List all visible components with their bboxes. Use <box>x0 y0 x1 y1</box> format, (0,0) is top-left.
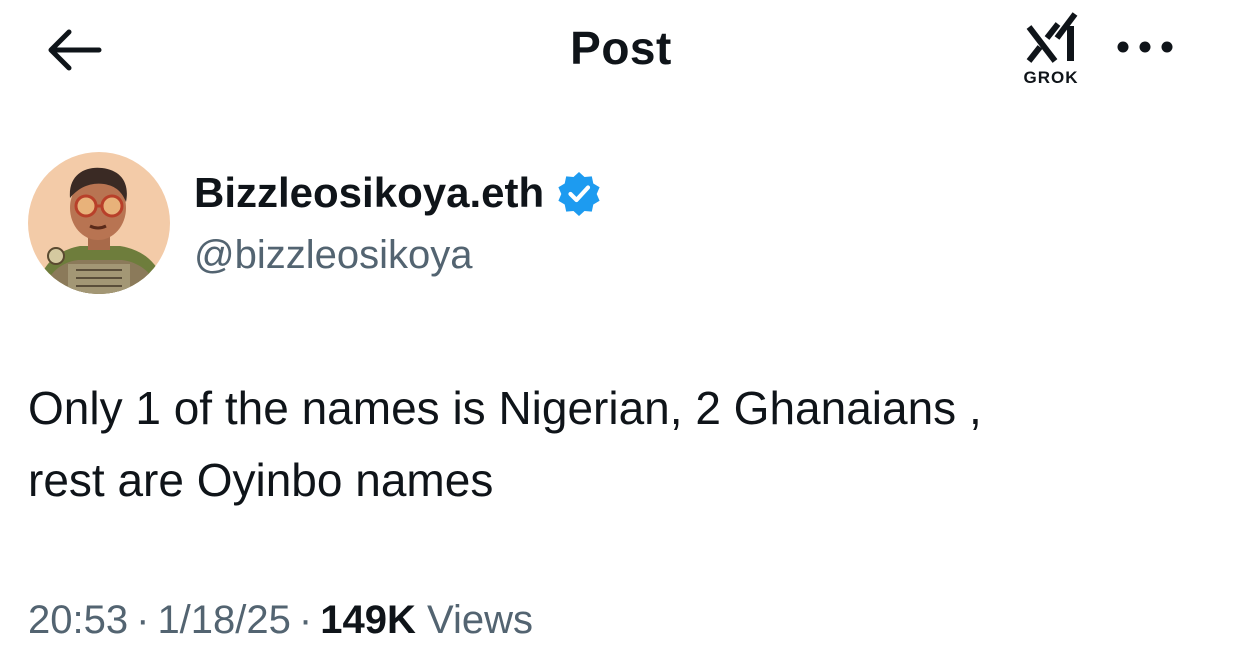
post-text: Only 1 of the names is Nigerian, 2 Ghana… <box>28 382 982 506</box>
more-button[interactable] <box>1110 30 1180 64</box>
avatar[interactable] <box>28 152 170 294</box>
author-display-name[interactable]: Bizzleosikoya.eth <box>194 164 544 222</box>
author-avatar-image <box>28 152 170 294</box>
top-bar: Post GROK <box>0 0 1242 100</box>
grok-label: GROK <box>1023 68 1079 87</box>
views-label[interactable]: Views <box>427 598 533 642</box>
more-horizontal-icon <box>1117 41 1173 53</box>
verified-badge-icon <box>556 170 602 216</box>
author-name-row: Bizzleosikoya.eth <box>194 164 602 222</box>
post-date[interactable]: 1/18/25 <box>157 598 290 642</box>
author-handle[interactable]: @bizzleosikoya <box>194 228 473 282</box>
meta-separator: · <box>298 598 313 642</box>
post-time[interactable]: 20:53 <box>28 598 128 642</box>
post-meta: 20:53 · 1/18/25 · 149K Views <box>28 592 533 648</box>
meta-separator: · <box>136 598 150 642</box>
xai-grok-logo-icon <box>1026 12 1078 63</box>
grok-button[interactable]: GROK <box>1015 8 1087 88</box>
views-count[interactable]: 149K <box>320 598 416 642</box>
